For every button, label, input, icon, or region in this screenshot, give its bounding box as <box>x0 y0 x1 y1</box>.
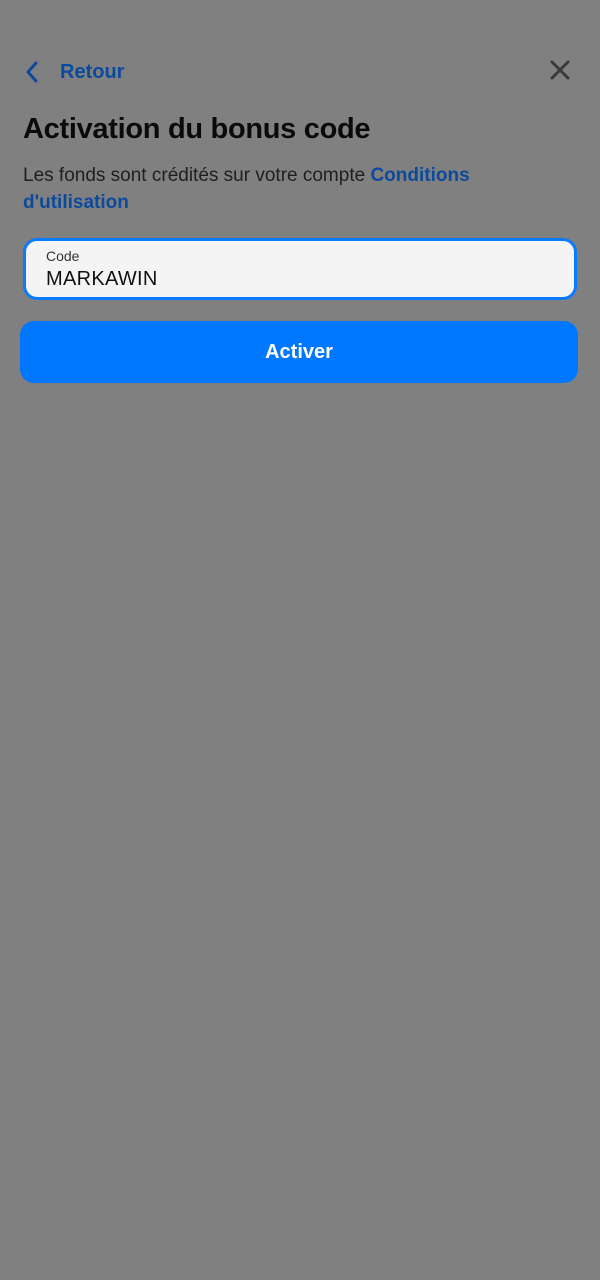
code-input-value[interactable]: MARKAWIN <box>46 268 158 291</box>
back-button[interactable]: Retour <box>24 54 124 90</box>
code-input-label: Code <box>46 248 80 264</box>
activate-button[interactable]: Activer <box>20 321 578 383</box>
code-input[interactable]: Code MARKAWIN <box>23 238 577 300</box>
subtitle-text: Les fonds sont crédités sur votre compte <box>23 165 371 186</box>
back-label: Retour <box>60 60 125 83</box>
page-title: Activation du bonus code <box>23 113 371 145</box>
close-button[interactable] <box>544 56 576 88</box>
chevron-left-icon <box>24 54 52 90</box>
page-subtitle: Les fonds sont crédités sur votre compte… <box>23 162 563 216</box>
top-bar: Retour <box>0 48 600 96</box>
close-icon <box>549 59 571 86</box>
